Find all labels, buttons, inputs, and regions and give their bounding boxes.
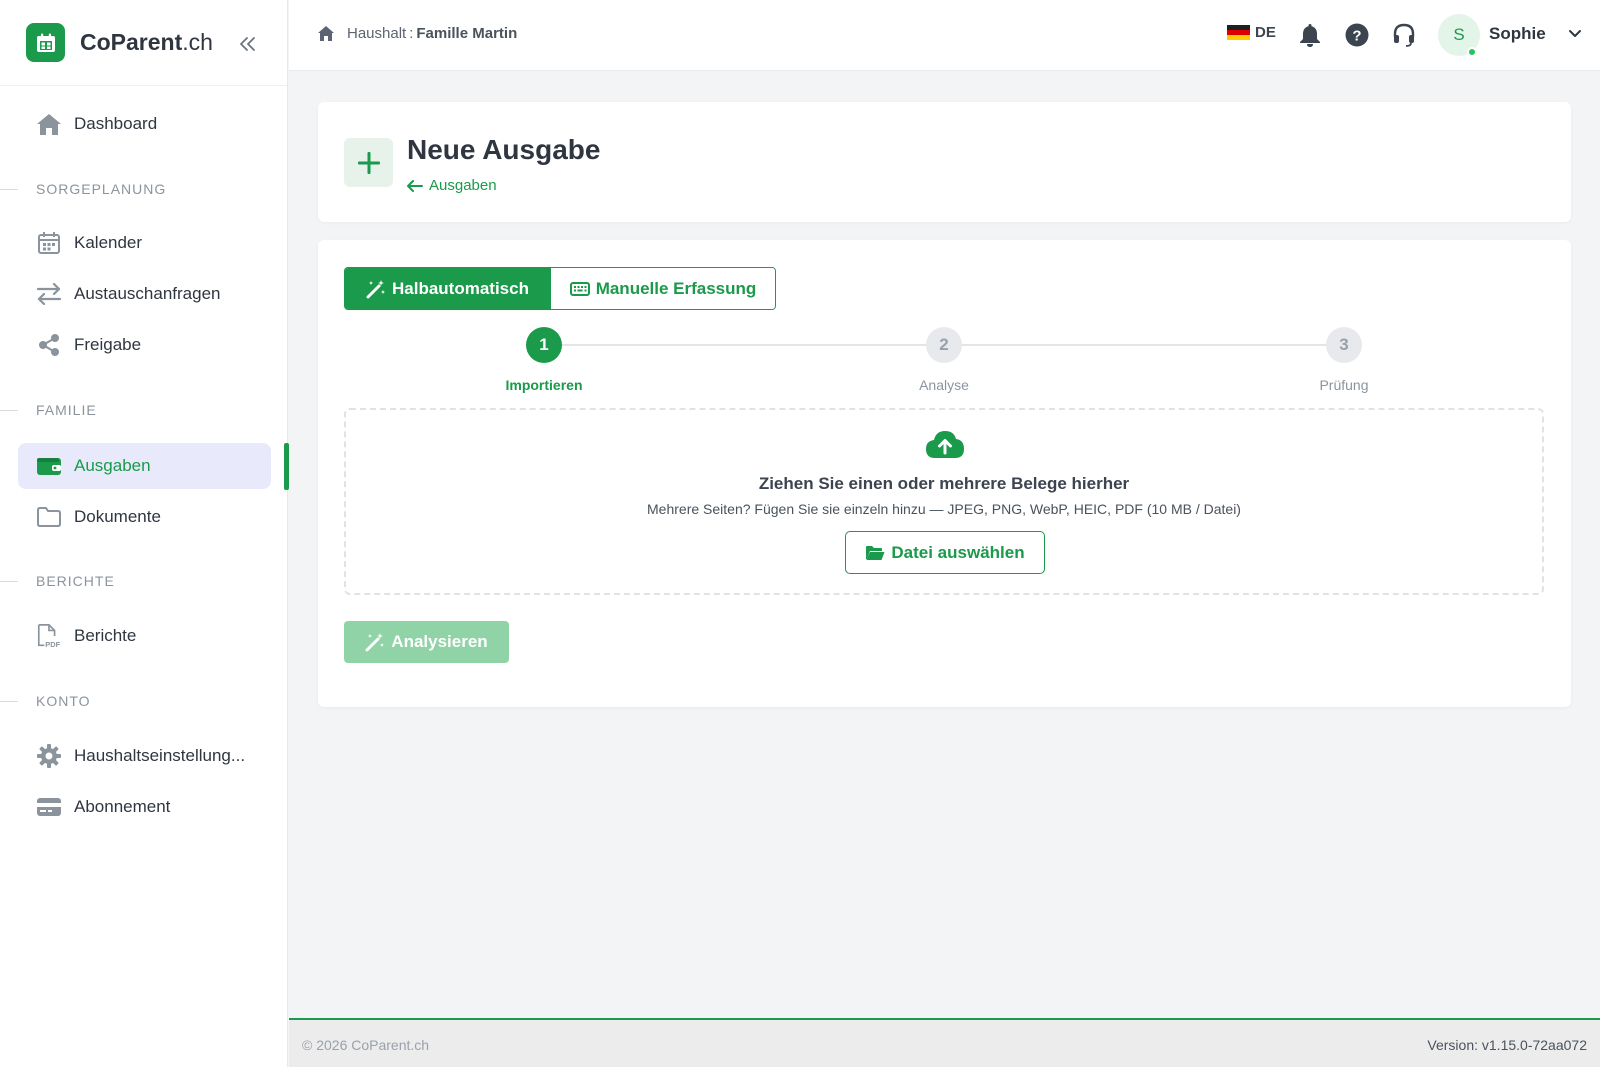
sidebar-item-label: Kalender: [74, 233, 143, 252]
keyboard-icon: [569, 281, 590, 296]
cloud-upload-icon: [924, 428, 966, 460]
sidebar-item-label: Abonnement: [74, 797, 171, 816]
section-label-account: KONTO: [36, 693, 91, 709]
sidebar-item-label: Austauschanfragen: [74, 284, 221, 303]
step-number: 3: [1326, 327, 1362, 363]
sidebar-item-documents[interactable]: Dokumente: [18, 494, 271, 540]
active-indicator: [284, 443, 289, 490]
bell-icon[interactable]: [1297, 22, 1323, 48]
section-label-care: SORGEPLANUNG: [36, 181, 167, 197]
sidebar-item-calendar[interactable]: Kalender: [18, 220, 271, 266]
step-analysis: 2 Analyse: [864, 327, 1024, 393]
chevron-down-icon[interactable]: [1567, 26, 1583, 42]
section-divider: [0, 410, 18, 411]
breadcrumb: Haushalt : Famille Martin: [317, 25, 517, 42]
sidebar-item-expenses[interactable]: Ausgaben: [18, 443, 271, 489]
step-review: 3 Prüfung: [1264, 327, 1424, 393]
step-label: Prüfung: [1319, 377, 1369, 393]
step-number: 1: [526, 327, 562, 363]
folder-icon: [36, 504, 62, 530]
sidebar-item-label: Berichte: [74, 626, 137, 645]
sidebar-item-label: Dashboard: [74, 114, 158, 133]
choose-file-button[interactable]: Datei auswählen: [845, 531, 1045, 574]
pdf-file-icon: PDF: [36, 623, 62, 649]
semi-auto-mode-button[interactable]: Halbautomatisch: [345, 268, 550, 309]
sidebar-item-exchange[interactable]: Austauschanfragen: [18, 271, 271, 317]
brand-name: CoParent.ch: [80, 29, 213, 55]
section-divider: [0, 581, 18, 582]
sidebar-item-dashboard[interactable]: Dashboard: [18, 101, 271, 147]
manual-label: Manuelle Erfassung: [595, 278, 757, 298]
expense-import-card: Halbautomatisch Manuelle Erfassung 1 Imp…: [318, 240, 1571, 707]
version-label: Version: v1.15.0-72aa072: [1427, 1037, 1587, 1053]
choose-file-label: Datei auswählen: [891, 542, 1025, 562]
plus-icon: [344, 138, 393, 187]
credit-card-icon: [36, 794, 62, 820]
step-label: Analyse: [919, 377, 969, 393]
calendar-icon: [36, 230, 62, 256]
file-dropzone[interactable]: Ziehen Sie einen oder mehrere Belege hie…: [344, 408, 1544, 595]
step-number: 2: [926, 327, 962, 363]
dropzone-title: Ziehen Sie einen oder mehrere Belege hie…: [758, 474, 1130, 493]
step-import: 1 Importieren: [464, 327, 624, 393]
svg-text:?: ?: [1352, 28, 1361, 45]
svg-text:PDF: PDF: [45, 640, 60, 649]
sidebar-item-label: Dokumente: [74, 507, 161, 526]
headset-icon[interactable]: [1391, 22, 1417, 48]
german-flag-icon: [1227, 24, 1250, 41]
sidebar-item-label: Haushaltseinstellung...: [74, 746, 246, 765]
question-circle-icon[interactable]: ?: [1344, 22, 1370, 48]
sidebar-item-label: Ausgaben: [74, 456, 151, 475]
home-icon[interactable]: [317, 25, 335, 42]
section-divider: [0, 189, 18, 190]
topbar: Haushalt : Famille Martin DE ? S Sophie: [289, 0, 1600, 71]
magic-wand-icon: [365, 633, 385, 652]
manual-mode-button[interactable]: Manuelle Erfassung: [550, 268, 775, 309]
back-link[interactable]: Ausgaben: [407, 177, 497, 194]
sidebar-item-label: Freigabe: [74, 335, 142, 354]
page-title: Neue Ausgabe: [407, 134, 601, 165]
analyze-button[interactable]: Analysieren: [344, 621, 509, 663]
section-label-reports: BERICHTE: [36, 573, 115, 589]
section-divider: [0, 701, 18, 702]
gear-icon: [36, 743, 62, 769]
footer: © 2026 CoParent.ch Version: v1.15.0-72aa…: [289, 1018, 1600, 1067]
breadcrumb-separator: :: [409, 25, 414, 42]
language-switcher[interactable]: DE: [1227, 24, 1276, 41]
page-header-card: Neue Ausgabe Ausgaben: [318, 102, 1571, 222]
breadcrumb-household[interactable]: Famille Martin: [416, 25, 517, 42]
semi-auto-label: Halbautomatisch: [392, 278, 529, 298]
calendar-app-icon: [26, 23, 65, 62]
language-code: DE: [1255, 24, 1276, 41]
step-label: Importieren: [505, 377, 583, 393]
share-icon: [36, 332, 62, 358]
sidebar-item-share[interactable]: Freigabe: [18, 322, 271, 368]
online-status-indicator: [1467, 47, 1477, 57]
user-name[interactable]: Sophie: [1489, 24, 1546, 44]
analyze-label: Analysieren: [391, 632, 488, 651]
mode-toggle: Halbautomatisch Manuelle Erfassung: [344, 267, 776, 310]
sidebar-item-subscription[interactable]: Abonnement: [18, 784, 271, 830]
folder-open-icon: [866, 545, 885, 560]
double-chevron-left-icon[interactable]: [236, 32, 260, 56]
magic-wand-icon: [366, 279, 385, 298]
sidebar-item-household-settings[interactable]: Haushaltseinstellung...: [18, 733, 271, 779]
arrows-exchange-icon: [36, 281, 62, 307]
dropzone-hint: Mehrere Seiten? Fügen Sie sie einzeln hi…: [647, 501, 1241, 517]
sidebar: CoParent.ch Dashboard SORGEPLANUNG Kalen…: [0, 0, 289, 1067]
arrow-left-icon: [407, 179, 423, 192]
section-label-family: FAMILIE: [36, 402, 97, 418]
sidebar-item-reports[interactable]: PDF Berichte: [18, 613, 271, 659]
copyright: © 2026 CoParent.ch: [302, 1037, 430, 1053]
back-link-label: Ausgaben: [429, 177, 497, 194]
home-icon: [36, 111, 62, 137]
wallet-icon: [36, 453, 62, 479]
breadcrumb-label: Haushalt: [347, 25, 407, 42]
